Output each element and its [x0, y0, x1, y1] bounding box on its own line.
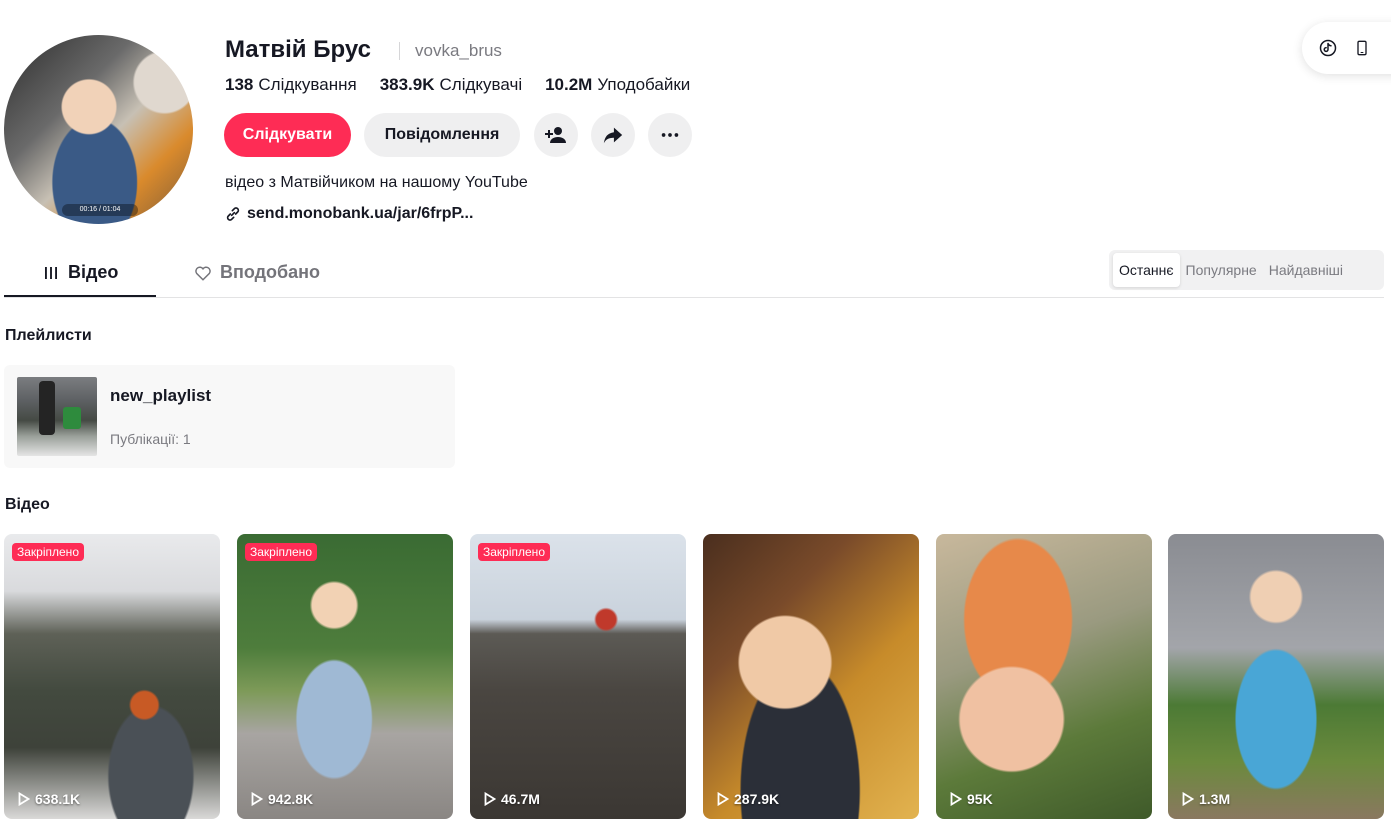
tiktok-icon[interactable]: [1318, 38, 1338, 58]
link-icon: [226, 207, 240, 221]
video-views: 46.7M: [484, 791, 540, 807]
videos-grid-icon: [45, 266, 57, 279]
video-views-count: 46.7M: [501, 791, 540, 807]
avatar-video-time: 00:16 / 01:04: [62, 204, 138, 216]
profile-stats: 138 Слідкування 383.9K Слідкувачі 10.2M Упо…: [225, 75, 690, 95]
video-card[interactable]: Закріплено 46.7M: [470, 534, 686, 819]
sort-control: Останнє Популярне Найдавніші: [1109, 250, 1384, 290]
video-card[interactable]: Закріплено 638.1K: [4, 534, 220, 819]
more-icon: [661, 133, 679, 137]
follow-button[interactable]: Слідкувати: [224, 113, 351, 157]
tab-liked-label: Вподобано: [220, 262, 321, 282]
stat-likes: 10.2M Уподобайки: [545, 75, 690, 95]
play-icon: [18, 792, 30, 806]
download-app-panel: [1302, 22, 1391, 74]
video-card[interactable]: 95K: [936, 534, 1152, 819]
stat-following-value: 138: [225, 75, 254, 94]
play-icon: [1182, 792, 1194, 806]
sort-oldest[interactable]: Найдавніші: [1263, 253, 1349, 287]
video-views: 638.1K: [18, 791, 80, 807]
videos-heading: Відео: [5, 496, 50, 513]
video-card[interactable]: 1.3M: [1168, 534, 1384, 819]
profile-bio: відео з Матвійчиком на нашому YouTube: [225, 174, 528, 191]
pinned-badge: Закріплено: [12, 543, 84, 561]
add-user-icon: [545, 127, 566, 143]
add-friend-button[interactable]: [534, 113, 578, 157]
video-views: 287.9K: [717, 791, 779, 807]
stat-followers[interactable]: 383.9K Слідкувачі: [380, 75, 522, 95]
profile-handle: vovka_brus: [415, 41, 502, 60]
stat-likes-value: 10.2M: [545, 75, 593, 94]
playlist-card[interactable]: new_playlist Публікації: 1: [4, 365, 455, 468]
profile-link-text: send.monobank.ua/jar/6frpP...: [247, 205, 474, 222]
pinned-badge: Закріплено: [245, 543, 317, 561]
message-button[interactable]: Повідомлення: [364, 113, 520, 157]
stat-followers-label: Слідкувачі: [439, 75, 523, 94]
play-icon: [484, 792, 496, 806]
play-icon: [251, 792, 263, 806]
share-icon: [603, 127, 623, 144]
profile-name: Матвій Брус: [225, 36, 371, 63]
video-views-count: 1.3M: [1199, 791, 1231, 807]
video-views: 942.8K: [251, 791, 313, 807]
stat-likes-label: Уподобайки: [597, 75, 691, 94]
name-divider: [399, 42, 400, 60]
share-button[interactable]: [591, 113, 635, 157]
tabs-divider: [4, 297, 1384, 298]
profile-avatar[interactable]: 00:16 / 01:04: [4, 35, 193, 224]
sort-latest[interactable]: Останнє: [1113, 253, 1180, 287]
profile-link[interactable]: send.monobank.ua/jar/6frpP...: [225, 205, 473, 223]
play-icon: [950, 792, 962, 806]
video-views-count: 942.8K: [268, 791, 314, 807]
heart-icon: [195, 266, 211, 281]
stat-followers-value: 383.9K: [379, 75, 435, 94]
video-card[interactable]: Закріплено 942.8K: [237, 534, 453, 819]
tab-liked[interactable]: Вподобано: [194, 262, 320, 283]
video-views-count: 95K: [967, 791, 993, 807]
playlists-heading: Плейлисти: [5, 327, 92, 344]
playlist-thumbnail: [17, 377, 97, 456]
pinned-badge: Закріплено: [478, 543, 550, 561]
stat-following[interactable]: 138 Слідкування: [225, 75, 357, 95]
video-views: 95K: [950, 791, 993, 807]
playlist-name: new_playlist: [110, 386, 212, 405]
tab-videos[interactable]: Відео: [42, 262, 118, 283]
playlist-count: Публікації: 1: [110, 431, 191, 447]
video-views-count: 638.1K: [35, 791, 81, 807]
sort-popular[interactable]: Популярне: [1180, 253, 1263, 287]
tab-videos-label: Відео: [68, 262, 119, 282]
video-views: 1.3M: [1182, 791, 1230, 807]
video-views-count: 287.9K: [734, 791, 780, 807]
play-icon: [717, 792, 729, 806]
video-card[interactable]: 287.9K: [703, 534, 919, 819]
phone-icon[interactable]: [1352, 38, 1372, 58]
more-options-button[interactable]: [648, 113, 692, 157]
stat-following-label: Слідкування: [258, 75, 357, 94]
